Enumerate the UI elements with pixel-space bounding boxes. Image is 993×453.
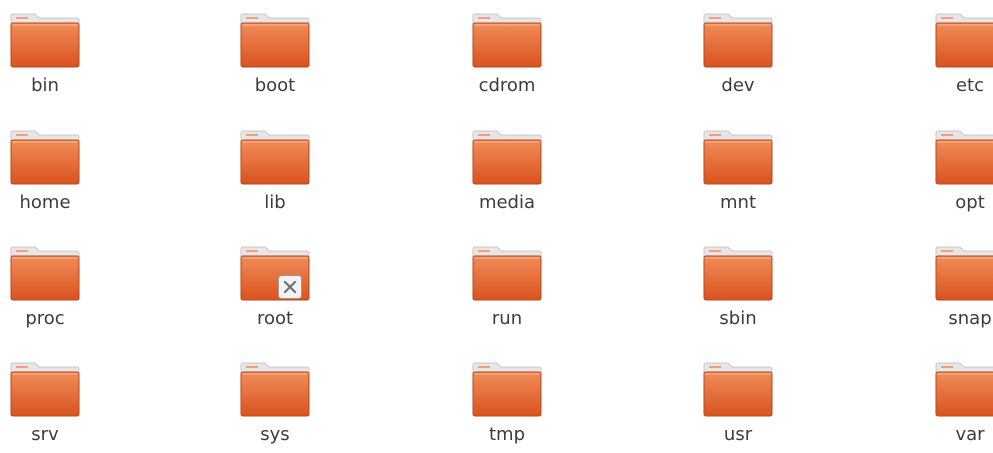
folder-label: snap [948,308,992,329]
folder-label: run [491,308,523,329]
folder-icon [10,12,80,68]
folder-item-snap[interactable]: snap [890,233,993,337]
folder-item-var[interactable]: var [890,349,993,453]
folder-item-cdrom[interactable]: cdrom [427,0,587,104]
folder-item-sys[interactable]: sys [195,349,355,453]
folder-label: proc [25,308,65,329]
folder-icon [472,12,542,68]
folder-label: opt [955,192,985,213]
folder-icon [472,245,542,301]
folder-label: dev [721,75,755,96]
folder-item-opt[interactable]: opt [890,117,993,221]
folder-label: mnt [720,192,756,213]
folder-icon [10,361,80,417]
folder-label: cdrom [478,75,536,96]
folder-item-home[interactable]: home [0,117,125,221]
unreadable-emblem-icon [278,275,302,299]
folder-item-sbin[interactable]: sbin [658,233,818,337]
folder-icon [10,245,80,301]
file-grid: bin boot cdrom dev etc home lib media mn… [0,0,993,445]
folder-label: root [256,308,294,329]
folder-icon [935,129,993,185]
folder-icon [703,12,773,68]
folder-label: media [478,192,536,213]
folder-item-tmp[interactable]: tmp [427,349,587,453]
folder-item-root[interactable]: root [195,233,355,337]
folder-label: sys [260,424,290,445]
folder-label: home [19,192,71,213]
folder-icon [240,129,310,185]
folder-icon [703,361,773,417]
folder-item-dev[interactable]: dev [658,0,818,104]
folder-label: srv [31,424,59,445]
folder-icon [240,361,310,417]
folder-icon [935,245,993,301]
folder-item-bin[interactable]: bin [0,0,125,104]
folder-icon [935,361,993,417]
folder-icon [240,12,310,68]
folder-item-usr[interactable]: usr [658,349,818,453]
folder-icon [703,245,773,301]
folder-icon [935,12,993,68]
folder-icon [703,129,773,185]
folder-item-proc[interactable]: proc [0,233,125,337]
folder-icon [472,361,542,417]
folder-label: tmp [488,424,526,445]
folder-label: lib [264,192,286,213]
folder-label: usr [723,424,753,445]
folder-item-etc[interactable]: etc [890,0,993,104]
folder-label: boot [254,75,296,96]
folder-item-media[interactable]: media [427,117,587,221]
folder-item-srv[interactable]: srv [0,349,125,453]
folder-label: etc [955,75,985,96]
folder-item-lib[interactable]: lib [195,117,355,221]
folder-label: var [955,424,985,445]
folder-item-run[interactable]: run [427,233,587,337]
folder-icon [10,129,80,185]
folder-label: sbin [719,308,757,329]
folder-item-mnt[interactable]: mnt [658,117,818,221]
folder-icon [472,129,542,185]
folder-item-boot[interactable]: boot [195,0,355,104]
folder-label: bin [31,75,59,96]
